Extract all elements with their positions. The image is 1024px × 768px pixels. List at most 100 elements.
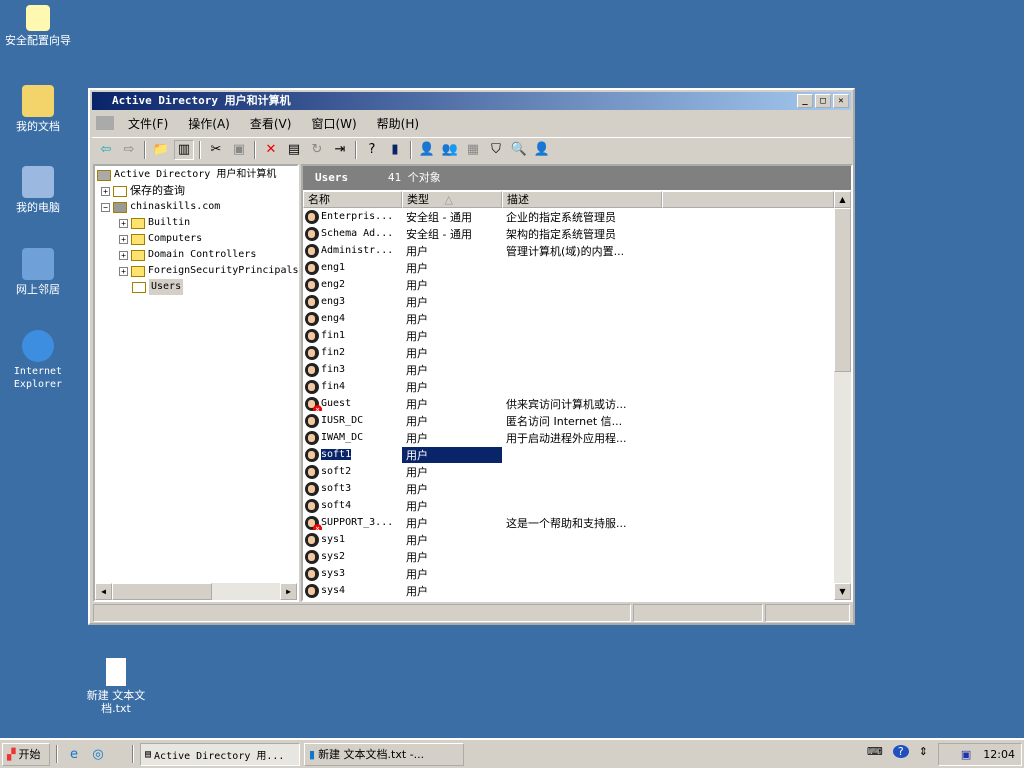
- row-name: IWAM_DC: [321, 432, 364, 443]
- network-tray-icon[interactable]: ▣: [961, 748, 971, 761]
- filter-icon[interactable]: ⛉: [486, 140, 506, 160]
- column-name[interactable]: 名称: [303, 191, 402, 208]
- scroll-right-button[interactable]: ▶: [280, 583, 297, 600]
- expand-icon[interactable]: +: [119, 218, 128, 228]
- tree-item-saved-queries[interactable]: + 保存的查询: [101, 183, 185, 199]
- find-icon[interactable]: 🔍: [509, 140, 529, 160]
- table-row[interactable]: Guest 用户 供来宾访问计算机或访...: [305, 395, 652, 412]
- delete-icon[interactable]: ✕: [261, 140, 281, 160]
- table-row[interactable]: fin3 用户: [305, 361, 652, 378]
- scroll-left-button[interactable]: ◀: [95, 583, 112, 600]
- desktop-icon-my-documents[interactable]: 我的文档: [0, 85, 78, 133]
- details-pane: Users 41 个对象 名称 类型 △ 描述 Enterpris... 安全组 …: [301, 164, 853, 602]
- table-row[interactable]: sys1 用户: [305, 531, 652, 548]
- export-list-icon[interactable]: ⇥: [330, 140, 350, 160]
- tree-item-foreign-security-principals[interactable]: + ForeignSecurityPrincipals: [119, 263, 299, 279]
- task-notepad[interactable]: ▮ 新建 文本文档.txt -...: [304, 742, 464, 766]
- menu-view[interactable]: 查看(V): [240, 115, 302, 132]
- row-name: fin3: [321, 364, 346, 375]
- row-name: Administr...: [321, 245, 394, 256]
- table-row[interactable]: eng4 用户: [305, 310, 652, 327]
- table-row[interactable]: fin1 用户: [305, 327, 652, 344]
- window-title-bar[interactable]: Active Directory 用户和计算机 _ □ ✕: [92, 92, 851, 110]
- quick-launch-outlook-icon[interactable]: ◎: [88, 744, 108, 764]
- desktop-icon-my-computer[interactable]: 我的电脑: [0, 166, 78, 214]
- forward-icon[interactable]: ⇨: [119, 140, 139, 160]
- refresh-icon[interactable]: ↻: [307, 140, 327, 160]
- start-button[interactable]: ▞ 开始: [2, 742, 50, 766]
- row-name: Guest: [321, 398, 352, 409]
- table-row[interactable]: fin4 用户: [305, 378, 652, 395]
- collapse-icon[interactable]: −: [101, 202, 110, 212]
- windows-logo-icon: ▞: [7, 747, 16, 761]
- desktop-icon-ie[interactable]: Internet Explorer: [0, 330, 78, 391]
- tree-item-domain[interactable]: − chinaskills.com: [101, 199, 220, 215]
- task-ad-users[interactable]: ▤ Active Directory 用...: [140, 742, 300, 766]
- new-ou-icon[interactable]: ▦: [463, 140, 483, 160]
- desktop-icon-text-file[interactable]: 新建 文本文档.txt: [76, 658, 156, 715]
- tree-item-domain-controllers[interactable]: + Domain Controllers: [119, 247, 256, 263]
- menu-file[interactable]: 文件(F): [118, 115, 178, 132]
- expand-icon[interactable]: +: [119, 250, 128, 260]
- user-icon: [305, 260, 319, 275]
- scroll-thumb[interactable]: [112, 583, 212, 600]
- desktop-icon-security-wizard[interactable]: 安全配置向导: [0, 5, 78, 47]
- show-tree-icon[interactable]: ▥: [174, 139, 194, 160]
- new-group-icon[interactable]: 👥: [440, 140, 460, 160]
- table-row[interactable]: IUSR_DC 用户 匿名访问 Internet 信...: [305, 412, 652, 429]
- tree-root[interactable]: Active Directory 用户和计算机: [97, 167, 276, 183]
- maximize-button[interactable]: □: [815, 94, 831, 108]
- table-row[interactable]: SUPPORT_3... 用户 这是一个帮助和支持服...: [305, 514, 652, 531]
- table-row[interactable]: eng2 用户: [305, 276, 652, 293]
- table-row[interactable]: soft2 用户: [305, 463, 652, 480]
- user-icon: [305, 498, 319, 513]
- tree-item-users[interactable]: Users: [132, 279, 184, 295]
- table-row[interactable]: sys4 用户: [305, 582, 652, 599]
- table-row[interactable]: Schema Ad... 安全组 - 通用 架构的指定系统管理员: [305, 225, 652, 242]
- new-user-icon[interactable]: 👤: [417, 140, 437, 160]
- add-to-group-icon[interactable]: 👤: [532, 140, 552, 160]
- table-row[interactable]: eng1 用户: [305, 259, 652, 276]
- expand-icon[interactable]: +: [101, 186, 110, 196]
- help-tray-icon[interactable]: ?: [892, 745, 909, 758]
- menu-action[interactable]: 操作(A): [178, 115, 240, 132]
- table-row[interactable]: soft3 用户: [305, 480, 652, 497]
- horizontal-scrollbar[interactable]: ◀ ▶: [95, 583, 297, 600]
- tree-item-builtin[interactable]: + Builtin: [119, 215, 190, 231]
- clock[interactable]: 12:04: [983, 748, 1015, 761]
- restore-icon[interactable]: ⇕: [919, 745, 928, 758]
- column-description[interactable]: 描述: [502, 191, 662, 208]
- scroll-down-button[interactable]: ▼: [834, 583, 851, 600]
- back-icon[interactable]: ⇦: [96, 140, 116, 160]
- help-icon[interactable]: ?: [362, 140, 382, 160]
- up-folder-icon[interactable]: 📁: [151, 140, 171, 160]
- scroll-thumb[interactable]: [834, 208, 851, 372]
- show-hide-pane-icon[interactable]: ▮: [385, 140, 405, 160]
- paste-icon[interactable]: ▣: [229, 140, 249, 160]
- table-row[interactable]: Enterpris... 安全组 - 通用 企业的指定系统管理员: [305, 208, 652, 225]
- scroll-up-button[interactable]: ▲: [834, 191, 851, 208]
- minimize-button[interactable]: _: [797, 94, 813, 108]
- table-row[interactable]: Administr... 用户 管理计算机(域)的内置...: [305, 242, 652, 259]
- expand-icon[interactable]: +: [119, 266, 128, 276]
- table-row[interactable]: soft4 用户: [305, 497, 652, 514]
- expand-icon[interactable]: +: [119, 234, 128, 244]
- menu-help[interactable]: 帮助(H): [367, 115, 429, 132]
- table-row[interactable]: sys3 用户: [305, 565, 652, 582]
- table-row[interactable]: fin2 用户: [305, 344, 652, 361]
- vertical-scrollbar[interactable]: ▲ ▼: [834, 191, 851, 600]
- close-button[interactable]: ✕: [833, 94, 849, 108]
- table-row[interactable]: sys2 用户: [305, 548, 652, 565]
- cut-icon[interactable]: ✂: [206, 140, 226, 160]
- table-row[interactable]: eng3 用户: [305, 293, 652, 310]
- row-name: fin2: [321, 347, 346, 358]
- keyboard-icon[interactable]: ⌨: [867, 745, 883, 758]
- quick-launch-ie-icon[interactable]: e: [64, 744, 84, 764]
- properties-icon[interactable]: ▤: [284, 140, 304, 160]
- column-type[interactable]: 类型 △: [402, 191, 502, 208]
- menu-window[interactable]: 窗口(W): [301, 115, 366, 132]
- table-row[interactable]: soft1 用户: [305, 446, 652, 463]
- table-row[interactable]: IWAM_DC 用户 用于启动进程外应用程...: [305, 429, 652, 446]
- tree-item-computers[interactable]: + Computers: [119, 231, 202, 247]
- desktop-icon-network[interactable]: 网上邻居: [0, 248, 78, 296]
